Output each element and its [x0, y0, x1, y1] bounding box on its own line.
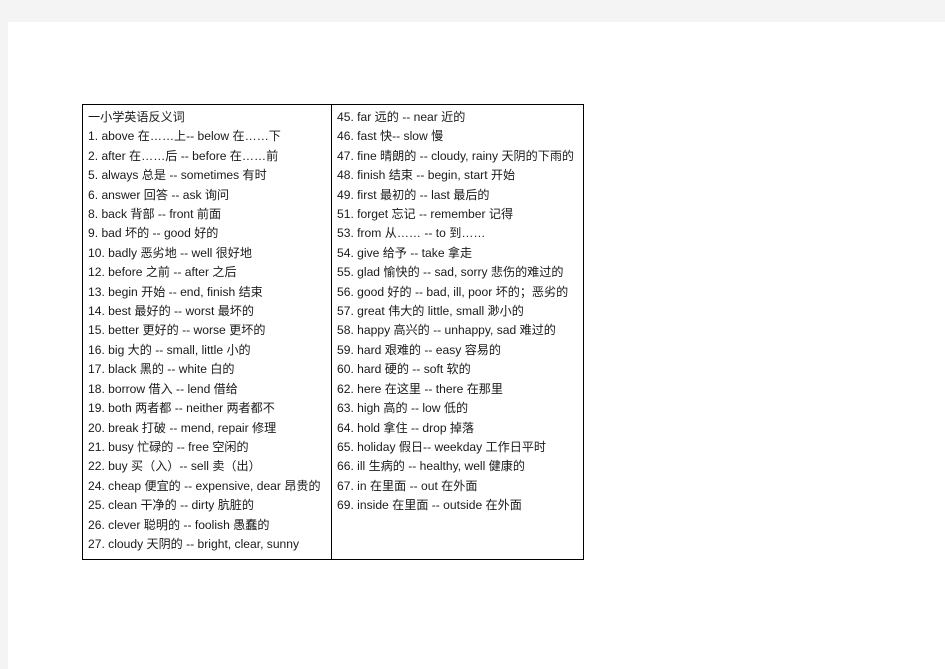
antonym-entry: 66. ill 生病的 -- healthy, well 健康的: [337, 459, 525, 474]
antonym-entry: 69. inside 在里面 -- outside 在外面: [337, 498, 522, 513]
antonym-entry: 54. give 给予 -- take 拿走: [337, 245, 473, 260]
antonym-entry: 20. break 打破 -- mend, repair 修理: [88, 420, 277, 435]
antonym-entry: 53. from 从…… -- to 到……: [337, 226, 486, 241]
antonym-entry: 27. cloudy 天阴的 -- bright, clear, sunny: [88, 536, 300, 551]
table-row: 一小学英语反义词 1. above 在……上-- below 在……下 2. a…: [82, 103, 584, 561]
antonym-entry: 62. here 在这里 -- there 在那里: [337, 381, 503, 396]
antonym-entry: 24. cheap 便宜的 -- expensive, dear 昂贵的: [88, 478, 321, 493]
antonym-entry: 17. black 黑的 -- white 白的: [88, 362, 235, 377]
antonym-entry: 58. happy 高兴的 -- unhappy, sad 难过的: [337, 323, 556, 338]
antonym-entry: 一小学英语反义词: [88, 110, 185, 124]
antonym-entry: 18. borrow 借入 -- lend 借给: [88, 381, 238, 396]
antonym-entry: 48. finish 结束 -- begin, start 开始: [337, 168, 516, 183]
antonym-entry: 63. high 高的 -- low 低的: [337, 401, 469, 416]
antonym-entry: 59. hard 艰难的 -- easy 容易的: [337, 342, 501, 357]
antonym-entry: 51. forget 忘记 -- remember 记得: [337, 207, 514, 222]
antonym-entry: 64. hold 拿住 -- drop 掉落: [337, 420, 475, 435]
antonym-entry: 46. fast 快-- slow 慢: [337, 129, 444, 144]
antonym-entry: 56. good 好的 -- bad, ill, poor 坏的；恶劣的: [337, 284, 569, 299]
antonym-entry: 26. clever 聪明的 -- foolish 愚蠢的: [88, 517, 270, 532]
table-cell-left-column: 一小学英语反义词 1. above 在……上-- below 在……下 2. a…: [82, 103, 332, 561]
antonym-entry: 21. busy 忙碌的 -- free 空闲的: [88, 439, 249, 454]
antonym-entry: 15. better 更好的 -- worse 更坏的: [88, 323, 266, 338]
antonym-entry: 19. both 两者都 -- neither 两者都不: [88, 401, 275, 416]
antonym-entry: 6. answer 回答 -- ask 询问: [88, 187, 230, 202]
antonym-entry: 2. after 在……后 -- before 在……前: [88, 148, 279, 163]
antonym-entry: 16. big 大的 -- small, little 小的: [88, 342, 251, 357]
antonym-entry: 65. holiday 假日-- weekday 工作日平时: [337, 439, 547, 454]
antonym-entry: 45. far 远的 -- near 近的: [337, 110, 466, 124]
antonym-entry: 14. best 最好的 -- worst 最坏的: [88, 304, 254, 319]
antonym-entry: 1. above 在……上-- below 在……下: [88, 129, 281, 144]
antonym-entry: 8. back 背部 -- front 前面: [88, 207, 222, 222]
antonym-table: 一小学英语反义词 1. above 在……上-- below 在……下 2. a…: [82, 103, 584, 561]
antonym-entry: 22. buy 买（入）-- sell 卖（出）: [88, 459, 261, 474]
antonym-entry: 25. clean 干净的 -- dirty 肮脏的: [88, 498, 254, 513]
antonym-entry: 12. before 之前 -- after 之后: [88, 265, 237, 280]
antonym-entry: 67. in 在里面 -- out 在外面: [337, 478, 478, 493]
antonym-entry: 9. bad 坏的 -- good 好的: [88, 226, 219, 241]
document-page: 一小学英语反义词 1. above 在……上-- below 在……下 2. a…: [8, 22, 945, 669]
antonym-entry: 57. great 伟大的 little, small 渺小的: [337, 304, 524, 319]
antonym-entry: 55. glad 愉快的 -- sad, sorry 悲伤的难过的: [337, 265, 564, 280]
antonym-entry: 13. begin 开始 -- end, finish 结束: [88, 284, 263, 299]
antonym-entry: 49. first 最初的 -- last 最后的: [337, 187, 490, 202]
table-cell-right-column: 45. far 远的 -- near 近的 46. fast 快-- slow …: [331, 103, 584, 561]
antonym-entry: 10. badly 恶劣地 -- well 很好地: [88, 245, 252, 260]
antonym-entry: 5. always 总是 -- sometimes 有时: [88, 168, 267, 183]
antonym-entry: 47. fine 晴朗的 -- cloudy, rainy 天阴的下雨的: [337, 148, 575, 163]
antonym-entry: 60. hard 硬的 -- soft 软的: [337, 362, 471, 377]
